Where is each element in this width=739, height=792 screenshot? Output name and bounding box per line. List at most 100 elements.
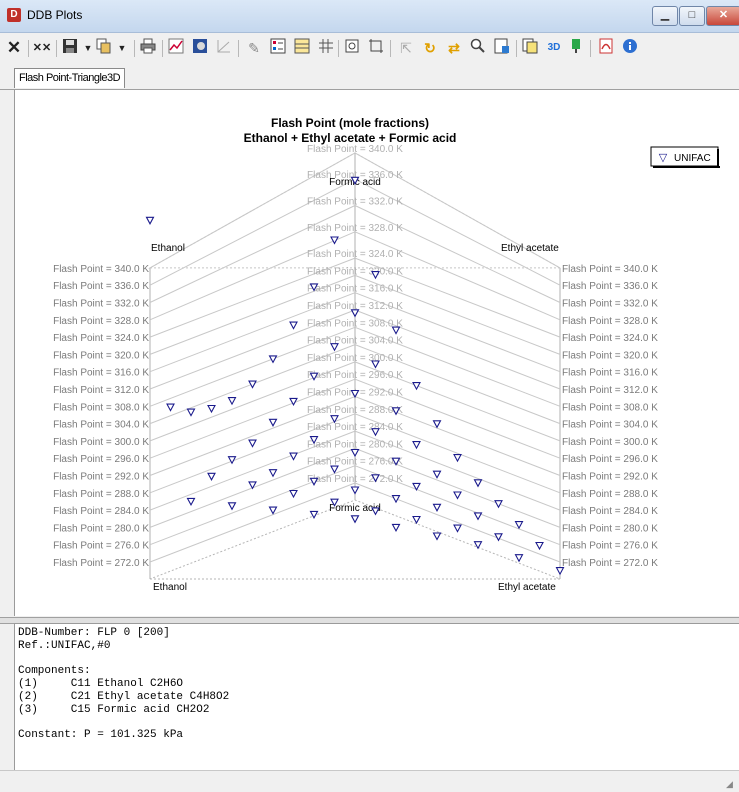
legend-box[interactable]: ▽ UNIFAC [650, 146, 720, 168]
info-icon[interactable] [620, 38, 640, 58]
data-point-marker [453, 454, 462, 463]
pan-icon[interactable]: ⇄ [444, 38, 464, 58]
pdf-icon[interactable] [596, 38, 616, 58]
data-point-marker [145, 216, 155, 225]
flash-point-tick-right: Flash Point = 340.0 K [562, 264, 658, 275]
flash-point-tick-center: Flash Point = 324.0 K [307, 249, 403, 260]
3d-icon[interactable]: 3D [544, 38, 564, 58]
copy-page-icon[interactable] [520, 38, 540, 58]
flash-point-tick-right: Flash Point = 292.0 K [562, 472, 658, 483]
crop-icon[interactable] [366, 38, 386, 58]
clear-icon[interactable]: ✕✕ [32, 38, 52, 58]
minimize-button[interactable]: ▁ [652, 6, 678, 26]
tab-bar: Flash Point-Triangle3D [0, 64, 739, 90]
flash-point-tick-center: Flash Point = 308.0 K [307, 318, 403, 329]
axis-icon[interactable] [214, 38, 234, 58]
info-panel: DDB-Number: FLP 0 [200] Ref.:UNIFAC,#0 C… [14, 623, 739, 770]
data-point-marker [289, 321, 298, 330]
flash-point-tick-center: Flash Point = 304.0 K [307, 336, 403, 347]
zoom-icon[interactable] [468, 38, 488, 58]
data-point-marker [412, 441, 421, 450]
legend-marker-icon: ▽ [659, 152, 668, 164]
flash-point-tick-left: Flash Point = 292.0 K [53, 472, 149, 483]
grid-line-left [149, 482, 356, 563]
flash-point-tick-center: Flash Point = 316.0 K [307, 284, 403, 295]
right-top-label-ethyl-acetate: Ethyl acetate [501, 243, 559, 254]
grid-icon[interactable] [316, 38, 336, 58]
data-point-marker [350, 448, 360, 458]
resize-grip-icon[interactable]: ◢ [726, 779, 736, 789]
flash-point-tick-left: Flash Point = 296.0 K [53, 454, 149, 465]
flash-point-tick-center: Flash Point = 328.0 K [307, 223, 403, 234]
data-point-marker [268, 355, 278, 364]
data-point-marker [350, 309, 360, 318]
data-point-marker [453, 524, 462, 533]
info-line: Components: [18, 665, 91, 678]
data-point-marker [207, 404, 216, 414]
fill-icon[interactable] [190, 38, 210, 58]
save-icon[interactable] [60, 38, 80, 58]
flash-point-tick-center: Flash Point = 280.0 K [307, 439, 403, 450]
data-point-marker [166, 403, 175, 412]
flash-point-tick-left: Flash Point = 312.0 K [53, 385, 149, 396]
maximize-button[interactable]: □ [679, 6, 705, 26]
data-point-marker [391, 326, 401, 335]
flash-point-tick-left: Flash Point = 288.0 K [53, 489, 149, 500]
info-line: (1) C11 Ethanol C2H6O [18, 678, 184, 691]
data-point-marker [432, 470, 442, 479]
chart-title: Flash Point (mole fractions) [271, 116, 429, 130]
flash-point-tick-left: Flash Point = 320.0 K [53, 350, 149, 361]
flash-point-tick-right: Flash Point = 304.0 K [562, 420, 658, 431]
flash-point-tick-center: Flash Point = 340.0 K [307, 144, 403, 155]
copy-icon[interactable] [94, 38, 114, 58]
data-point-marker [186, 408, 196, 417]
tab-flash-point-triangle3d[interactable]: Flash Point-Triangle3D [14, 68, 126, 88]
data-point-marker [494, 500, 503, 509]
data-point-marker [207, 472, 216, 481]
window-title: DDB Plots [27, 8, 83, 22]
flash-point-tick-left: Flash Point = 324.0 K [53, 333, 149, 344]
status-bar: ◢ [0, 770, 739, 792]
chart-grid [148, 152, 562, 580]
data-point-marker [473, 541, 483, 550]
print-icon[interactable] [138, 38, 158, 58]
data-point-marker [371, 360, 380, 369]
data-point-marker [227, 397, 237, 406]
flash-point-tick-left: Flash Point = 272.0 K [53, 558, 149, 569]
data-point-marker [555, 567, 565, 576]
close-window-button[interactable]: ✕ [706, 6, 739, 26]
legend-icon[interactable] [268, 38, 288, 58]
rotate-icon[interactable]: ↻ [420, 38, 440, 58]
flash-point-tick-right: Flash Point = 336.0 K [562, 281, 658, 292]
flash-point-tick-center: Flash Point = 276.0 K [307, 457, 403, 468]
flash-point-tick-right: Flash Point = 320.0 K [562, 350, 658, 361]
data-point-marker [268, 418, 278, 427]
flash-point-tick-left: Flash Point = 284.0 K [53, 506, 149, 517]
data-point-marker [412, 382, 421, 391]
zoom-fit-icon[interactable] [342, 38, 362, 58]
flash-point-tick-left: Flash Point = 280.0 K [53, 523, 149, 534]
data-point-marker [330, 343, 339, 352]
data-point-marker [391, 495, 401, 504]
chart-icon[interactable] [166, 38, 186, 58]
table-icon[interactable] [292, 38, 312, 58]
copy-dropdown-icon[interactable]: ▼ [112, 38, 132, 58]
export-icon[interactable] [492, 38, 512, 58]
flash-point-tick-right: Flash Point = 312.0 K [562, 385, 658, 396]
info-line: Constant: P = 101.325 kPa [18, 729, 184, 742]
flash-point-tick-right: Flash Point = 332.0 K [562, 299, 658, 310]
data-point-marker [268, 506, 278, 515]
chart-panel: Flash Point (mole fractions) Ethanol + E… [14, 90, 739, 616]
data-point-marker [453, 491, 462, 500]
data-point-marker [350, 515, 360, 524]
data-point-marker [412, 515, 421, 525]
data-point-marker [330, 236, 339, 245]
select-icon[interactable]: ⇱ [396, 38, 416, 58]
close-icon[interactable]: ✕ [4, 38, 24, 58]
flash-point-tick-center: Flash Point = 288.0 K [307, 405, 403, 416]
color-icon[interactable] [566, 38, 586, 58]
info-line: Ref.:UNIFAC,#0 [18, 639, 111, 652]
data-point-marker [535, 541, 544, 551]
cursor-icon[interactable]: ✎ [244, 38, 264, 58]
flash-point-tick-right: Flash Point = 280.0 K [562, 523, 658, 534]
